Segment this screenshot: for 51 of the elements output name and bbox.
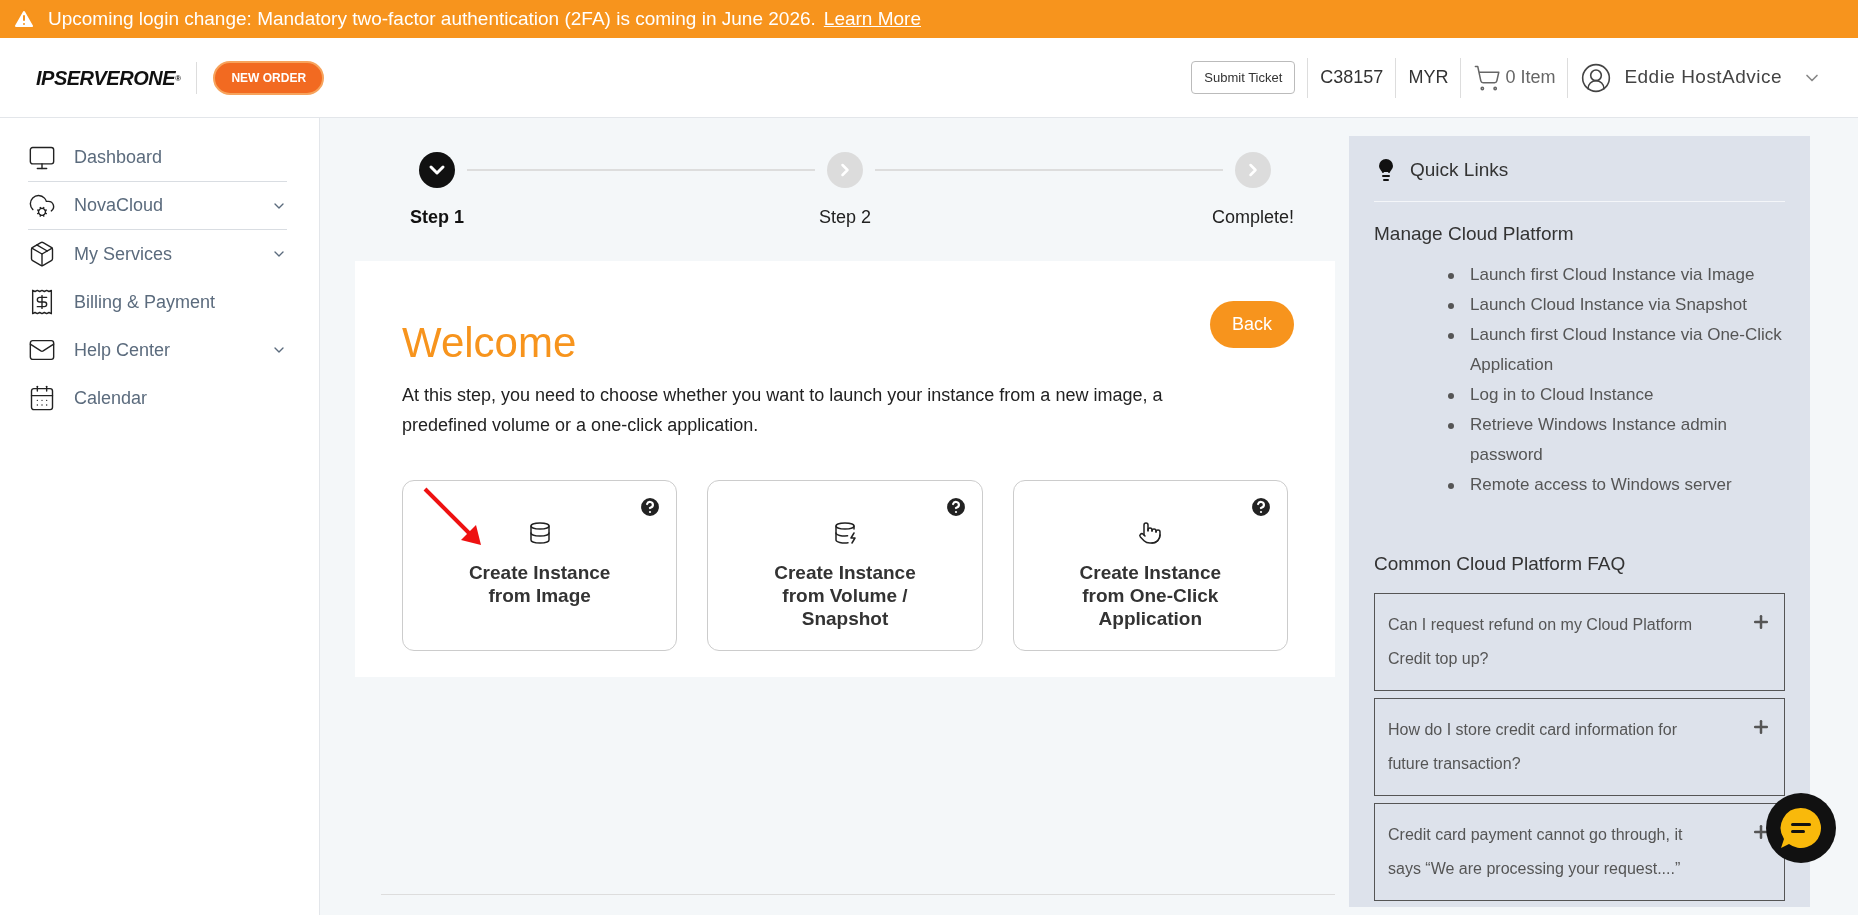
banner-text: Upcoming login change: Mandatory two-factor authentication (2FA) is coming in June 2026. <box>48 6 816 31</box>
bullet-icon <box>1448 303 1454 309</box>
sidebar-item[interactable]: Dashboard <box>28 134 287 182</box>
step-label: Complete! <box>1212 206 1295 229</box>
bullet-icon <box>1448 423 1454 429</box>
option-icon <box>833 521 857 545</box>
sidebar-item[interactable]: Help Center <box>28 326 287 374</box>
option-icon <box>1138 521 1163 545</box>
option-card[interactable]: Create Instance from Image <box>402 480 678 651</box>
bullet-icon <box>1448 483 1454 489</box>
quick-link[interactable]: Launch Cloud Instance via Snapshot <box>1470 290 1747 320</box>
sidebar-item[interactable]: Billing & Payment <box>28 278 287 326</box>
faq-item[interactable]: How do I store credit card information for future transaction? <box>1374 697 1785 796</box>
step-label: Step 2 <box>818 206 871 229</box>
sidebar-item-icon <box>28 384 56 412</box>
user-menu[interactable]: Eddie HostAdvice <box>1580 61 1822 94</box>
bullet-icon <box>1448 393 1454 399</box>
quick-link[interactable]: Remote access to Windows server <box>1470 470 1732 500</box>
faq-item[interactable]: Can I request refund on my Cloud Platform Credit top up? <box>1374 592 1785 691</box>
section-heading: Manage Cloud Platform <box>1374 221 1575 246</box>
option-label: Create Instance from Image <box>467 561 612 607</box>
welcome-description: At this step, you need to choose whether you want to launch your instance from a new image, a predefined volume or a one-click application. <box>402 384 1164 437</box>
user-icon <box>1580 61 1613 94</box>
sidebar-item-icon <box>28 240 56 268</box>
sidebar-item[interactable]: NovaCloud <box>28 182 287 230</box>
option-label: Create Instance from Volume / Snapshot <box>773 561 917 630</box>
step-label: Step 1 <box>410 206 464 229</box>
quick-link[interactable]: Launch first Cloud Instance via One-Click Application <box>1470 320 1785 380</box>
quick-link[interactable]: Launch first Cloud Instance via Image <box>1470 260 1755 290</box>
option-card[interactable]: Create Instance from One-Click Application <box>1012 480 1288 651</box>
currency-selector[interactable]: MYR <box>1408 64 1449 91</box>
sidebar-item[interactable]: My Services <box>28 230 287 278</box>
new-order-button[interactable]: NEW ORDER <box>213 60 325 95</box>
sidebar-item[interactable]: Calendar <box>28 374 287 422</box>
faq-heading: Common Cloud Platform FAQ <box>1374 552 1627 576</box>
submit-ticket-button[interactable]: Submit Ticket <box>1191 60 1296 95</box>
quick-link[interactable]: Log in to Cloud Instance <box>1470 380 1654 410</box>
help-icon[interactable] <box>1249 495 1273 519</box>
cart-button[interactable]: 0 Item <box>1473 63 1556 92</box>
bullet-icon <box>1448 333 1454 339</box>
option-card[interactable]: Create Instance from Volume / Snapshot <box>707 480 983 651</box>
account-id: C38157 <box>1320 66 1384 89</box>
bullet-icon <box>1448 273 1454 279</box>
cart-icon <box>1473 63 1502 92</box>
option-icon <box>527 521 552 545</box>
welcome-title: Welcome <box>402 318 577 368</box>
faq-item[interactable]: Credit card payment cannot go through, it says “We are processing your request....” <box>1374 802 1785 901</box>
quick-link[interactable]: Retrieve Windows Instance admin password <box>1470 410 1785 470</box>
quick-links-title: Quick Links <box>1410 158 1509 182</box>
logo[interactable]: IPSERVERONE$^{®}$ <box>36 62 181 93</box>
option-label: Create Instance from One-Click Application <box>1078 561 1223 630</box>
